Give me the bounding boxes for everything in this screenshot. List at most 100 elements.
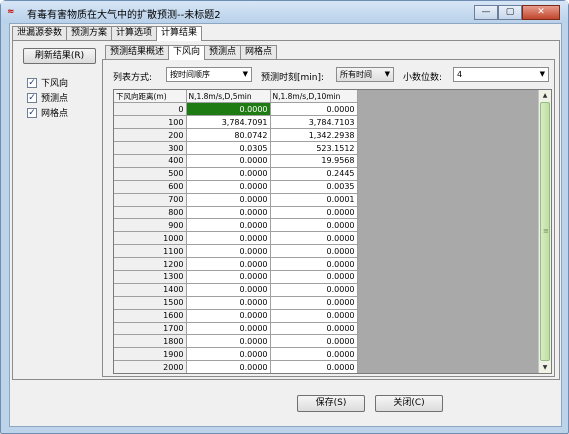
table-cell[interactable]: 0.0000 bbox=[186, 180, 271, 194]
table-cell[interactable]: 0.0000 bbox=[270, 309, 358, 323]
checkbox-prediction-points[interactable]: ✓ 预测点 bbox=[27, 91, 68, 104]
row-header-cell[interactable]: 1200 bbox=[114, 257, 187, 271]
table-cell[interactable]: 0.0000 bbox=[186, 296, 271, 310]
table-row[interactable]: 600 0.0000 0.0035 bbox=[114, 180, 358, 194]
table-row[interactable]: 0 0.0000 0.0000 bbox=[114, 102, 358, 117]
vertical-scrollbar[interactable]: ▲ ≡ ▼ bbox=[538, 90, 551, 373]
title-bar[interactable]: ≈ 有毒有害物质在大气中的扩散预测--未标题2 — ▢ ✕ bbox=[1, 1, 568, 23]
tab-leak-source-params[interactable]: 泄漏源参数 bbox=[12, 26, 68, 40]
row-header-cell[interactable]: 700 bbox=[114, 193, 187, 207]
table-row[interactable]: 800 0.0000 0.0000 bbox=[114, 206, 358, 220]
tab-grid-points[interactable]: 网格点 bbox=[240, 45, 278, 59]
tab-prediction-points[interactable]: 预测点 bbox=[204, 45, 242, 59]
scroll-up-icon[interactable]: ▲ bbox=[539, 90, 551, 101]
close-window-button[interactable]: ✕ bbox=[522, 5, 560, 20]
table-row[interactable]: 100 3,784.7091 3,784.7103 bbox=[114, 115, 358, 130]
row-header-cell[interactable]: 900 bbox=[114, 218, 187, 233]
tab-prediction-plan[interactable]: 预测方案 bbox=[66, 26, 113, 40]
tab-downwind[interactable]: 下风向 bbox=[168, 45, 206, 60]
row-header-cell[interactable]: 500 bbox=[114, 167, 187, 181]
row-header-cell[interactable]: 100 bbox=[114, 115, 187, 130]
table-cell[interactable]: 0.0000 bbox=[186, 193, 271, 207]
table-row[interactable]: 400 0.0000 19.9568 bbox=[114, 154, 358, 168]
row-header-cell[interactable]: 1000 bbox=[114, 231, 187, 246]
list-mode-select[interactable]: 按时间顺序 ▼ bbox=[166, 67, 252, 82]
table-cell[interactable]: 0.0000 bbox=[186, 167, 271, 181]
table-row[interactable]: 700 0.0000 0.0001 bbox=[114, 193, 358, 207]
table-cell[interactable]: 0.0000 bbox=[270, 296, 358, 310]
results-grid[interactable]: 下风向距离(m) N,1.8m/s,D,5min N,1.8m/s,D,10mi… bbox=[113, 89, 552, 374]
table-cell[interactable]: 0.0305 bbox=[186, 141, 271, 155]
row-header-cell[interactable]: 2000 bbox=[114, 360, 187, 373]
table-cell[interactable]: 0.0000 bbox=[186, 206, 271, 220]
maximize-button[interactable]: ▢ bbox=[498, 5, 522, 20]
table-cell[interactable]: 0.0000 bbox=[186, 322, 271, 336]
row-header-cell[interactable]: 1400 bbox=[114, 283, 187, 297]
table-cell[interactable]: 80.0742 bbox=[186, 128, 271, 143]
tab-calc-results[interactable]: 计算结果 bbox=[156, 26, 203, 41]
table-row[interactable]: 1400 0.0000 0.0000 bbox=[114, 283, 358, 297]
row-header-cell[interactable]: 800 bbox=[114, 206, 187, 220]
table-cell[interactable]: 0.0001 bbox=[270, 193, 358, 207]
table-cell[interactable]: 0.0000 bbox=[270, 218, 358, 233]
table-cell[interactable]: 0.0000 bbox=[270, 322, 358, 336]
row-header-cell[interactable]: 200 bbox=[114, 128, 187, 143]
table-cell[interactable]: 0.0000 bbox=[270, 334, 358, 349]
minimize-button[interactable]: — bbox=[474, 5, 498, 20]
table-cell[interactable]: 0.0000 bbox=[270, 257, 358, 271]
table-cell[interactable]: 0.0000 bbox=[270, 244, 358, 259]
table-cell[interactable]: 0.0035 bbox=[270, 180, 358, 194]
table-cell[interactable]: 0.0000 bbox=[186, 257, 271, 271]
table-cell[interactable]: 0.0000 bbox=[270, 360, 358, 373]
row-header-cell[interactable]: 1700 bbox=[114, 322, 187, 336]
table-cell[interactable]: 0.2445 bbox=[270, 167, 358, 181]
row-header-cell[interactable]: 600 bbox=[114, 180, 187, 194]
checkbox-downwind[interactable]: ✓ 下风向 bbox=[27, 76, 68, 89]
tab-calc-options[interactable]: 计算选项 bbox=[111, 26, 158, 40]
table-row[interactable]: 900 0.0000 0.0000 bbox=[114, 218, 358, 233]
table-cell[interactable]: 0.0000 bbox=[186, 347, 271, 362]
table-cell[interactable]: 0.0000 bbox=[186, 283, 271, 297]
table-row[interactable]: 1500 0.0000 0.0000 bbox=[114, 296, 358, 310]
table-row[interactable]: 1900 0.0000 0.0000 bbox=[114, 347, 358, 362]
row-header-cell[interactable]: 1900 bbox=[114, 347, 187, 362]
refresh-results-button[interactable]: 刷新结果(R) bbox=[23, 48, 96, 64]
table-cell[interactable]: 0.0000 bbox=[186, 270, 271, 284]
table-cell[interactable]: 0.0000 bbox=[270, 270, 358, 284]
time-select[interactable]: 所有时间 ▼ bbox=[336, 67, 394, 82]
table-cell[interactable]: 0.0000 bbox=[270, 283, 358, 297]
close-button[interactable]: 关闭(C) bbox=[375, 395, 443, 412]
table-row[interactable]: 500 0.0000 0.2445 bbox=[114, 167, 358, 181]
decimals-select[interactable]: 4 ▼ bbox=[453, 67, 549, 82]
table-cell[interactable]: 0.0000 bbox=[186, 154, 271, 168]
table-cell[interactable]: 0.0000 bbox=[270, 206, 358, 220]
table-row[interactable]: 1100 0.0000 0.0000 bbox=[114, 244, 358, 259]
table-row[interactable]: 1800 0.0000 0.0000 bbox=[114, 334, 358, 349]
table-cell[interactable]: 0.0000 bbox=[186, 231, 271, 246]
table-row[interactable]: 1200 0.0000 0.0000 bbox=[114, 257, 358, 271]
table-cell[interactable]: 0.0000 bbox=[270, 231, 358, 246]
table-cell[interactable]: 3,784.7091 bbox=[186, 115, 271, 130]
save-button[interactable]: 保存(S) bbox=[297, 395, 365, 412]
tab-result-summary[interactable]: 预测结果概述 bbox=[105, 45, 170, 59]
table-cell[interactable]: 0.0000 bbox=[270, 347, 358, 362]
table-cell[interactable]: 0.0000 bbox=[186, 360, 271, 373]
scroll-thumb[interactable]: ≡ bbox=[540, 102, 550, 361]
table-cell[interactable]: 0.0000 bbox=[186, 309, 271, 323]
table-row[interactable]: 1600 0.0000 0.0000 bbox=[114, 309, 358, 323]
header-10min[interactable]: N,1.8m/s,D,10min bbox=[270, 90, 358, 104]
table-cell[interactable]: 0.0000 bbox=[186, 334, 271, 349]
table-row[interactable]: 2000 0.0000 0.0000 bbox=[114, 360, 358, 373]
table-cell[interactable]: 0.0000 bbox=[186, 102, 271, 117]
checkbox-grid-points[interactable]: ✓ 网格点 bbox=[27, 106, 68, 119]
table-cell[interactable]: 1,342.2938 bbox=[270, 128, 358, 143]
row-header-cell[interactable]: 400 bbox=[114, 154, 187, 168]
header-distance[interactable]: 下风向距离(m) bbox=[114, 90, 187, 104]
table-cell[interactable]: 19.9568 bbox=[270, 154, 358, 168]
table-cell[interactable]: 0.0000 bbox=[186, 244, 271, 259]
table-row[interactable]: 1000 0.0000 0.0000 bbox=[114, 231, 358, 246]
table-row[interactable]: 1300 0.0000 0.0000 bbox=[114, 270, 358, 284]
table-row[interactable]: 1700 0.0000 0.0000 bbox=[114, 322, 358, 336]
row-header-cell[interactable]: 1100 bbox=[114, 244, 187, 259]
table-cell[interactable]: 0.0000 bbox=[270, 102, 358, 117]
